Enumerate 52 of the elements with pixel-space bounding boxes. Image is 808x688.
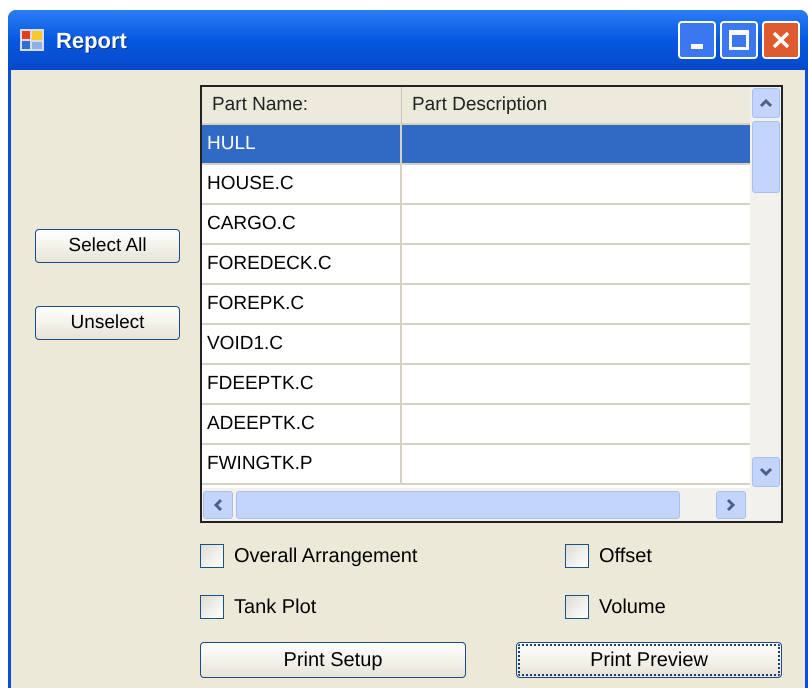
scroll-thumb[interactable] — [236, 490, 680, 518]
table-cell: FWINGTK.P — [202, 445, 402, 483]
minimize-icon — [691, 44, 703, 49]
table-row[interactable]: CARGO.C — [202, 205, 750, 245]
table-cell: FOREDECK.C — [202, 245, 402, 283]
maximize-icon — [729, 30, 749, 50]
table-cell: ADEEPTK.C — [202, 405, 402, 443]
table-row[interactable]: ADEEPTK.C — [202, 405, 750, 445]
window-title: Report — [56, 26, 127, 55]
chevron-down-icon — [758, 467, 772, 477]
table-row[interactable]: VOID1.C — [202, 325, 750, 365]
checkbox-label: Offset — [599, 544, 652, 569]
chevron-up-icon — [758, 98, 772, 108]
checkbox-label: Overall Arrangement — [234, 544, 418, 569]
scroll-down-button[interactable] — [752, 457, 780, 487]
scroll-right-button[interactable] — [716, 490, 746, 518]
chevron-left-icon — [213, 498, 223, 512]
table-cell: HOUSE.C — [202, 165, 402, 203]
checkbox[interactable] — [200, 595, 224, 619]
chevron-right-icon — [726, 498, 736, 512]
side-button[interactable]: Unselect — [35, 306, 180, 340]
print-button[interactable]: Print Preview — [516, 642, 782, 678]
scroll-up-button[interactable] — [752, 88, 780, 118]
horizontal-scrollbar[interactable] — [202, 488, 781, 521]
table-row[interactable]: HOUSE.C — [202, 165, 750, 205]
table-cell: FOREPK.C — [202, 285, 402, 323]
column-header[interactable]: Part Name: — [202, 87, 402, 123]
column-header[interactable]: Part Description — [402, 87, 750, 123]
table-cell: HULL — [202, 125, 402, 163]
table-cell: VOID1.C — [202, 325, 402, 363]
table-cell: CARGO.C — [202, 205, 402, 243]
app-icon — [20, 29, 44, 51]
checkbox[interactable] — [565, 544, 589, 568]
table-row[interactable]: FDEEPTK.C — [202, 365, 750, 405]
table-cell: FDEEPTK.C — [202, 365, 402, 403]
checkbox[interactable] — [200, 544, 224, 568]
checkbox-label: Tank Plot — [234, 595, 316, 620]
print-button[interactable]: Print Setup — [200, 642, 466, 678]
minimize-button[interactable] — [678, 21, 716, 59]
close-icon — [771, 30, 791, 50]
checkbox-label: Volume — [599, 595, 666, 620]
table-row[interactable]: HULL — [202, 125, 750, 165]
vertical-scrollbar[interactable] — [750, 87, 781, 488]
close-button[interactable] — [762, 21, 800, 59]
scroll-thumb[interactable] — [752, 121, 780, 193]
table-row[interactable]: FOREDECK.C — [202, 245, 750, 285]
side-button[interactable]: Select All — [35, 229, 180, 263]
table-row[interactable]: FWINGTK.P — [202, 445, 750, 485]
checkbox[interactable] — [565, 595, 589, 619]
maximize-button[interactable] — [720, 21, 758, 59]
scroll-left-button[interactable] — [203, 490, 233, 518]
table-row[interactable]: FOREPK.C — [202, 285, 750, 325]
